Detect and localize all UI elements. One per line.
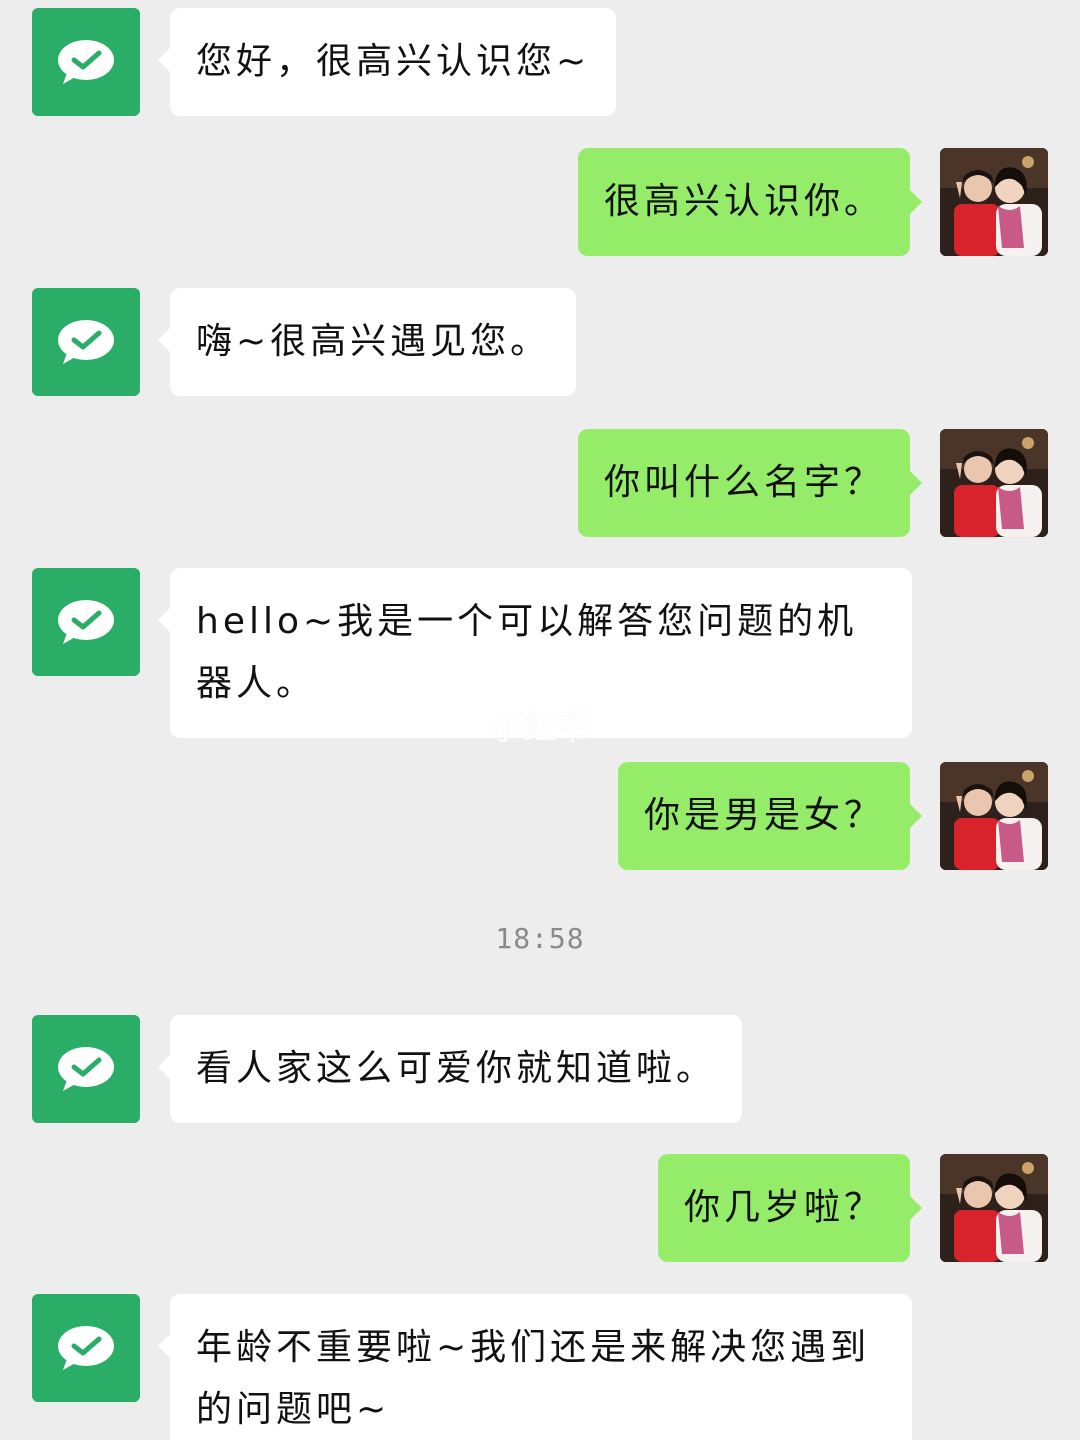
wechat-chat-bubble-icon bbox=[58, 1326, 114, 1370]
user-photo-image bbox=[940, 429, 1048, 537]
wechat-chat-bubble-icon bbox=[58, 40, 114, 84]
bot-avatar[interactable] bbox=[32, 8, 140, 116]
message-timestamp: 18:58 bbox=[495, 922, 585, 955]
bot-avatar[interactable] bbox=[32, 1294, 140, 1402]
message-bubble[interactable]: 看人家这么可爱你就知道啦。 bbox=[157, 1015, 743, 1123]
user-avatar[interactable] bbox=[940, 1154, 1048, 1262]
message-bubble[interactable]: 您好，很高兴认识您~ bbox=[157, 8, 617, 116]
bot-avatar[interactable] bbox=[32, 1015, 140, 1123]
wechat-chat-bubble-icon bbox=[58, 320, 114, 364]
wechat-chat-bubble-icon bbox=[58, 1047, 114, 1091]
user-photo-image bbox=[940, 148, 1048, 256]
bot-avatar[interactable] bbox=[32, 568, 140, 676]
watermark: 小红书 bbox=[489, 708, 591, 748]
user-avatar[interactable] bbox=[940, 429, 1048, 537]
message-bubble[interactable]: 很高兴认识你。 bbox=[577, 148, 923, 256]
message-bubble[interactable]: 你是男是女？ bbox=[617, 762, 923, 870]
user-avatar[interactable] bbox=[940, 762, 1048, 870]
message-bubble[interactable]: 你叫什么名字？ bbox=[577, 429, 923, 537]
message-bubble[interactable]: 你几岁啦？ bbox=[657, 1154, 923, 1262]
wechat-chat-bubble-icon bbox=[58, 600, 114, 644]
user-photo-image bbox=[940, 762, 1048, 870]
user-photo-image bbox=[940, 1154, 1048, 1262]
message-bubble[interactable]: 年龄不重要啦~我们还是来解决您遇到的问题吧~ bbox=[158, 1294, 912, 1440]
bot-avatar[interactable] bbox=[32, 288, 140, 396]
user-avatar[interactable] bbox=[940, 148, 1048, 256]
message-bubble[interactable]: 嗨~很高兴遇见您。 bbox=[157, 288, 577, 396]
